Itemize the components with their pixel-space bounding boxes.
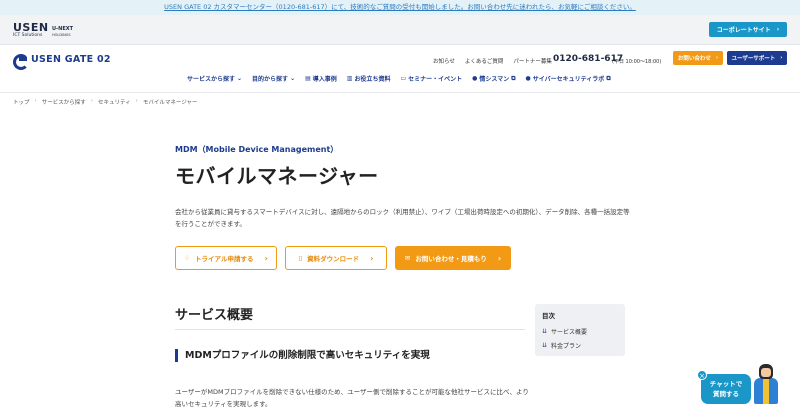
toc-item-overview[interactable]: ⇊ サービス概要: [542, 327, 618, 336]
toc-title: 目次: [542, 312, 555, 320]
corporate-site-label: コーポレートサイト: [716, 27, 771, 34]
product-subtitle: MDM（Mobile Device Management）: [175, 145, 339, 154]
double-chevron-down-icon: ⇊: [542, 342, 548, 349]
breadcrumb-top[interactable]: トップ: [13, 98, 30, 106]
contact-button[interactable]: お問い合わせ ›: [673, 51, 723, 65]
nav-item-resources[interactable]: ▥ お役立ち資料: [347, 74, 391, 83]
header-links: お知らせ よくあるご質問 パートナー募集: [433, 56, 552, 68]
nav-item-joshisman[interactable]: ● 情シスマン ⧉: [472, 74, 516, 84]
usen-gate-logo[interactable]: USEN GATE 02: [13, 53, 111, 70]
chevron-right-icon: ›: [370, 253, 374, 263]
main-content: MDM（Mobile Device Management） モバイルマネージャー…: [0, 112, 800, 414]
chat-label-line2: 質問する: [713, 390, 739, 398]
nav-item-label: サービスから探す: [187, 76, 236, 83]
nav-item-cyber-lab[interactable]: ● サイバーセキュリティラボ ⧉: [525, 74, 611, 84]
book-icon: ▥: [346, 75, 353, 82]
chevron-right-icon: ›: [135, 98, 138, 104]
body-text: ユーザーがMDMプロファイルを削除できない仕様のため、ユーザー側で削除することが…: [175, 388, 529, 408]
header-link-faq[interactable]: よくあるご質問: [465, 56, 504, 68]
inquiry-button[interactable]: ✉ お問い合わせ・見積もり ›: [395, 246, 511, 270]
gate-logo-text: USEN GATE 02: [31, 53, 111, 65]
nav-item-label: セミナー・イベント: [408, 76, 463, 83]
lab-icon: ●: [525, 75, 531, 82]
header-link-news[interactable]: お知らせ: [433, 56, 455, 68]
download-button-label: 資料ダウンロード: [307, 255, 360, 263]
breadcrumb-current: モバイルマネージャー: [142, 100, 198, 106]
sub-heading: MDMプロファイルの削除制限で高いセキュリティを実現: [175, 349, 430, 362]
chat-label-line1: チャットで: [709, 380, 743, 388]
breadcrumb-services[interactable]: サービスから探す: [42, 98, 86, 106]
phone-hours: (平日 10:00〜18:00): [612, 59, 662, 65]
nav-item-label: お役立ち資料: [354, 76, 391, 83]
chevron-right-icon: ›: [34, 98, 37, 104]
external-link-icon: ⧉: [511, 74, 516, 82]
toc-item-label: サービス概要: [551, 329, 588, 336]
site-header: USEN GATE 02 お知らせ よくあるご質問 パートナー募集 0120-6…: [0, 45, 800, 93]
section-divider: [175, 329, 525, 330]
nav-item-label: 導入事例: [312, 76, 337, 83]
chevron-right-icon: ›: [90, 98, 93, 104]
mail-icon: ✉: [404, 254, 411, 262]
toc-item-pricing[interactable]: ⇊ 料金プラン: [542, 341, 618, 350]
notice-link[interactable]: USEN GATE 02 カスタマーセンター（0120-681-617）にて、技…: [164, 3, 636, 11]
mascot-icon: ●: [472, 75, 478, 82]
product-description: 会社から従業員に貸与するスマートデバイスに対し、遠隔地からのロック（利用禁止）、…: [175, 208, 630, 228]
nav-item-case-studies[interactable]: ▤ 導入事例: [305, 74, 337, 83]
document-icon: ▤: [305, 75, 311, 82]
table-of-contents: 目次 ⇊ サービス概要 ⇊ 料金プラン: [535, 304, 625, 356]
mascot-face: [761, 368, 771, 377]
external-link-icon: ⧉: [606, 74, 611, 82]
user-support-button[interactable]: ユーザーサポート ›: [727, 51, 787, 65]
chevron-right-icon: ›: [780, 55, 783, 61]
nav-item-seminars[interactable]: ▭ セミナー・イベント: [400, 74, 462, 83]
chevron-right-icon: ›: [776, 26, 780, 33]
trial-button[interactable]: ♢ トライアル申請する ›: [175, 246, 277, 270]
nav-item-services[interactable]: サービスから探す ⌄: [187, 74, 242, 83]
cta-row: ♢ トライアル申請する › ▯ 資料ダウンロード › ✉ お問い合わせ・見積もり…: [175, 246, 511, 270]
chevron-down-icon: ⌄: [237, 75, 243, 82]
document-download-icon: ▯: [298, 254, 303, 262]
breadcrumb-security[interactable]: セキュリティ: [98, 98, 131, 106]
contact-button-label: お問い合わせ: [677, 56, 711, 62]
nav-item-label: 目的から探す: [252, 76, 289, 83]
corporate-site-button[interactable]: コーポレートサイト ›: [709, 22, 787, 37]
nav-item-purpose[interactable]: 目的から探す ⌄: [252, 74, 295, 83]
page-title: モバイルマネージャー: [175, 164, 379, 188]
toc-item-label: 料金プラン: [551, 343, 582, 350]
chat-button[interactable]: チャットで 質問する: [701, 374, 751, 404]
nav-item-label: 情シスマン: [479, 76, 510, 83]
monitor-icon: ▭: [400, 75, 407, 82]
chevron-down-icon: ⌄: [290, 75, 296, 82]
chat-mascot-avatar[interactable]: [752, 364, 780, 404]
unext-logo-sub: HOLDINGS: [52, 33, 71, 37]
double-chevron-down-icon: ⇊: [542, 328, 548, 335]
unext-logo[interactable]: U-NEXT HOLDINGS: [52, 26, 73, 38]
chevron-right-icon: ›: [264, 253, 268, 263]
usen-logo-text: USEN: [13, 21, 49, 34]
chevron-right-icon: ›: [715, 55, 719, 61]
nav-item-label: サイバーセキュリティラボ: [532, 76, 605, 83]
user-support-label: ユーザーサポート: [731, 56, 776, 62]
main-nav: サービスから探す ⌄ 目的から探す ⌄ ▤ 導入事例 ▥ お役立ち資料 ▭ セミ…: [187, 74, 611, 84]
usen-logo[interactable]: USEN ICT Solutions: [13, 22, 49, 39]
trial-button-label: トライアル申請する: [195, 255, 254, 263]
top-bar: USEN ICT Solutions U-NEXT HOLDINGS コーポレー…: [0, 15, 800, 45]
download-button[interactable]: ▯ 資料ダウンロード ›: [285, 246, 387, 270]
notice-bar: USEN GATE 02 カスタマーセンター（0120-681-617）にて、技…: [0, 0, 800, 15]
handshake-icon: ♢: [184, 254, 191, 262]
chat-close-icon[interactable]: ×: [697, 370, 707, 380]
breadcrumb: トップ › サービスから探す › セキュリティ › モバイルマネージャー: [13, 98, 197, 106]
inquiry-button-label: お問い合わせ・見積もり: [415, 255, 487, 263]
header-link-partner[interactable]: パートナー募集: [513, 56, 552, 68]
chevron-right-icon: ›: [497, 253, 502, 263]
mascot-tie: [763, 378, 769, 404]
gate-logo-icon: [13, 53, 29, 70]
section-title: サービス概要: [175, 308, 254, 323]
